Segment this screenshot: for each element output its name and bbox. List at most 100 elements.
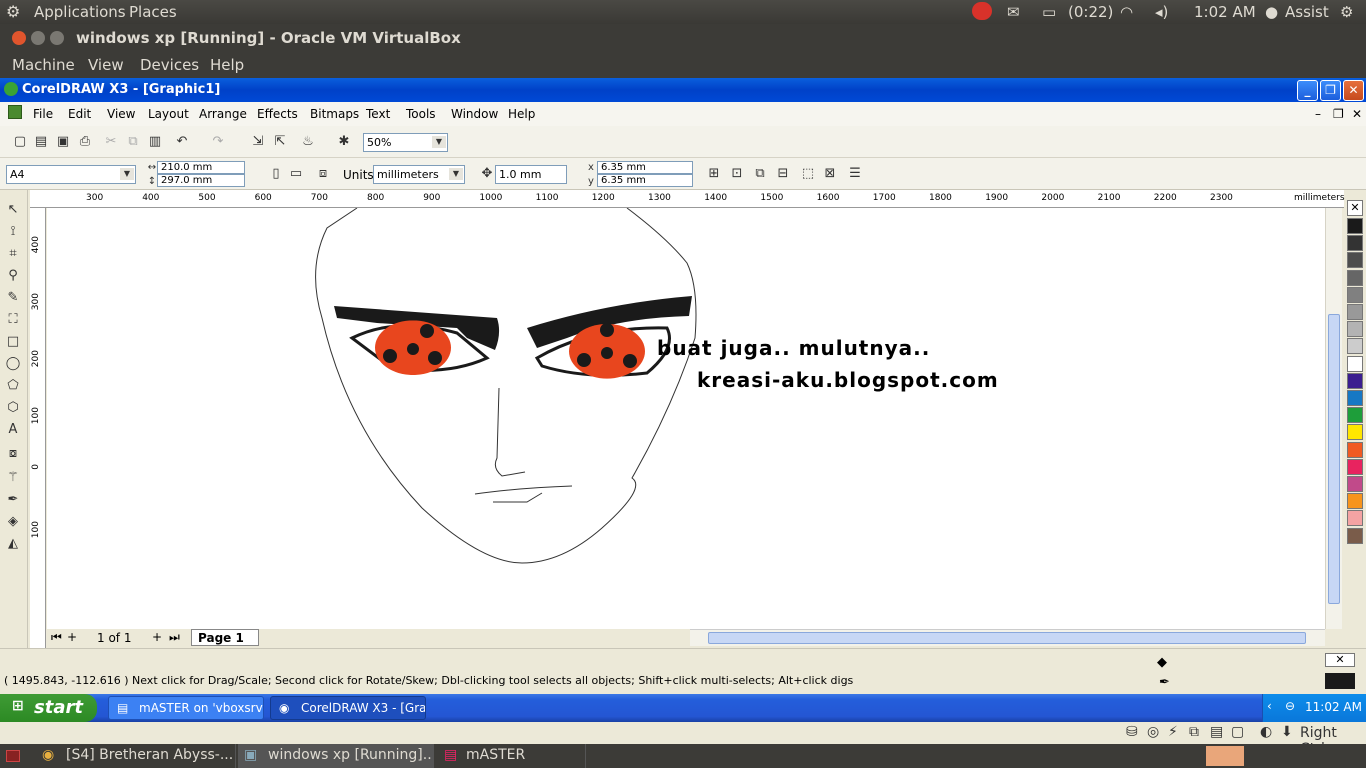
places-menu[interactable]: Places (129, 3, 177, 21)
snap-guides-icon[interactable]: ⊡ (729, 166, 745, 182)
polygon-tool-icon[interactable]: ⬠ (5, 378, 21, 394)
cd-icon[interactable]: ◎ (1147, 724, 1159, 740)
panel-task-master[interactable]: ▤ mASTER (436, 744, 586, 768)
volume-icon[interactable]: ◂) (1155, 3, 1168, 21)
import-icon[interactable]: ⇲ (250, 134, 266, 150)
options-icon[interactable]: ☰ (847, 166, 863, 182)
all-pages-icon[interactable]: ⧈ (315, 166, 331, 182)
canvas-text-2[interactable]: kreasi-aku.blogspot.com (697, 368, 999, 392)
minimize-icon[interactable] (31, 31, 45, 45)
zoom-tool-icon[interactable]: ⚲ (5, 268, 21, 284)
drawing-canvas[interactable]: buat juga.. mulutnya.. kreasi-aku.blogsp… (47, 208, 1325, 629)
page-height-field[interactable]: 297.0 mm (157, 174, 245, 187)
undo-icon[interactable]: ↶ (174, 134, 190, 150)
hdd-icon[interactable]: ⛁ (1126, 724, 1138, 740)
palette-swatch[interactable] (1347, 493, 1363, 510)
menu-help[interactable]: Help (210, 56, 244, 74)
outline-tool-icon[interactable]: ✒ (5, 492, 21, 508)
palette-swatch[interactable] (1347, 527, 1363, 544)
pick-tool-icon[interactable]: ↖ (5, 202, 21, 218)
eyedropper-icon[interactable]: ⚚ (5, 470, 21, 486)
ellipse-tool-icon[interactable]: ◯ (5, 356, 21, 372)
last-page-icon[interactable]: ⏭ (169, 630, 180, 645)
menu-help[interactable]: Help (508, 107, 535, 121)
panel-task-vbox[interactable]: ▣ windows xp [Running]... (238, 744, 434, 768)
usb-icon[interactable]: ⚡ (1168, 724, 1178, 740)
maximize-icon[interactable] (50, 31, 64, 45)
shape-tool-icon[interactable]: ⟟ (5, 224, 21, 240)
portrait-icon[interactable]: ▯ (268, 166, 284, 182)
first-page-icon[interactable]: ⏮ (51, 630, 62, 645)
cut-icon[interactable]: ✂ (103, 134, 119, 150)
smart-fill-icon[interactable]: ⛶ (5, 312, 21, 328)
fill-indicator-icon[interactable]: ◆ (1157, 655, 1167, 670)
outline-color-swatch[interactable] (1325, 673, 1355, 689)
doc-close-icon[interactable]: ✕ (1352, 107, 1362, 121)
page-tab[interactable]: Page 1 (191, 629, 259, 646)
welcome-icon[interactable]: ✱ (336, 134, 352, 150)
palette-swatch[interactable] (1347, 286, 1363, 303)
wifi-icon[interactable]: ◠ (1120, 3, 1133, 21)
network-icon[interactable]: ⧉ (1189, 724, 1199, 740)
nudge-field[interactable]: 1.0 mm (495, 165, 567, 184)
palette-swatch[interactable] (1347, 252, 1363, 269)
clock[interactable]: 1:02 AM (1194, 3, 1256, 21)
interactive-fill-icon[interactable]: ◭ (5, 536, 21, 552)
tray-clock[interactable]: 11:02 AM (1305, 700, 1362, 714)
add-page-icon[interactable]: + (67, 630, 77, 644)
outline-indicator-icon[interactable]: ✒ (1159, 675, 1170, 690)
draw-preview-icon[interactable]: ⊠ (822, 166, 838, 182)
minimize-button[interactable]: _ (1297, 80, 1318, 101)
basic-shapes-icon[interactable]: ⬡ (5, 400, 21, 416)
save-icon[interactable]: ▣ (55, 134, 71, 150)
doc-minimize-icon[interactable]: – (1315, 107, 1321, 121)
doc-icon[interactable] (8, 105, 22, 119)
close-icon[interactable] (12, 31, 26, 45)
palette-swatch[interactable] (1347, 441, 1363, 458)
vertical-ruler[interactable]: 400 300 200 100 0 100 (30, 208, 46, 648)
paste-icon[interactable]: ▥ (147, 134, 163, 150)
treat-as-filled-icon[interactable]: ⬚ (800, 166, 816, 182)
palette-swatch[interactable] (1347, 510, 1363, 527)
tray-app-icon[interactable]: ⊖ (1285, 699, 1295, 713)
palette-swatch[interactable] (1347, 235, 1363, 252)
rectangle-tool-icon[interactable]: □ (5, 334, 21, 350)
units-select[interactable]: millimeters ▼ (373, 165, 465, 184)
snap-grid-icon[interactable]: ⊞ (706, 166, 722, 182)
palette-swatch[interactable] (1347, 372, 1363, 389)
menu-text[interactable]: Text (366, 107, 390, 121)
workspace-switcher[interactable] (1206, 746, 1244, 766)
fill-tool-icon[interactable]: ◈ (5, 514, 21, 530)
open-icon[interactable]: ▤ (33, 134, 49, 150)
horizontal-scrollbar[interactable] (690, 629, 1325, 646)
palette-swatch[interactable] (1347, 338, 1363, 355)
menu-effects[interactable]: Effects (257, 107, 298, 121)
close-button[interactable]: ✕ (1343, 80, 1364, 101)
palette-swatch[interactable] (1347, 304, 1363, 320)
menu-window[interactable]: Window (451, 107, 498, 121)
taskbar-item-master[interactable]: ▤ mASTER on 'vboxsrv' ... (108, 696, 264, 720)
canvas-text-1[interactable]: buat juga.. mulutnya.. (657, 336, 930, 360)
print-icon[interactable]: ⎙ (77, 134, 93, 150)
menu-view[interactable]: View (88, 56, 124, 74)
zoom-select[interactable]: 50% ▼ (363, 133, 448, 152)
palette-swatch[interactable] (1347, 407, 1363, 424)
crop-tool-icon[interactable]: ⌗ (5, 246, 21, 262)
interactive-tool-icon[interactable]: ⧇ (5, 446, 21, 462)
palette-swatch[interactable] (1347, 218, 1363, 234)
tray-arrow-icon[interactable]: ‹ (1267, 699, 1272, 713)
menu-bitmaps[interactable]: Bitmaps (310, 107, 359, 121)
doc-restore-icon[interactable]: ❐ (1333, 107, 1344, 121)
display-icon[interactable]: ▢ (1231, 724, 1244, 740)
palette-swatch[interactable] (1347, 390, 1363, 406)
host-key-icon[interactable]: ⬇ (1281, 724, 1293, 740)
menu-arrange[interactable]: Arrange (199, 107, 247, 121)
duplicate-x-field[interactable]: 6.35 mm (597, 161, 693, 174)
no-fill-swatch[interactable]: ✕ (1325, 653, 1355, 667)
menu-layout[interactable]: Layout (148, 107, 189, 121)
horizontal-ruler[interactable]: 300 400 500 600 700 800 900 1000 1100 1200 1300 140… (30, 190, 1345, 208)
menu-file[interactable]: File (33, 107, 53, 121)
mail-icon[interactable]: ✉ (1007, 3, 1020, 21)
panel-task-chrome[interactable]: ◉ [S4] Bretheran Abyss-... (36, 744, 236, 768)
dynamic-guides-icon[interactable]: ⊟ (775, 166, 791, 182)
